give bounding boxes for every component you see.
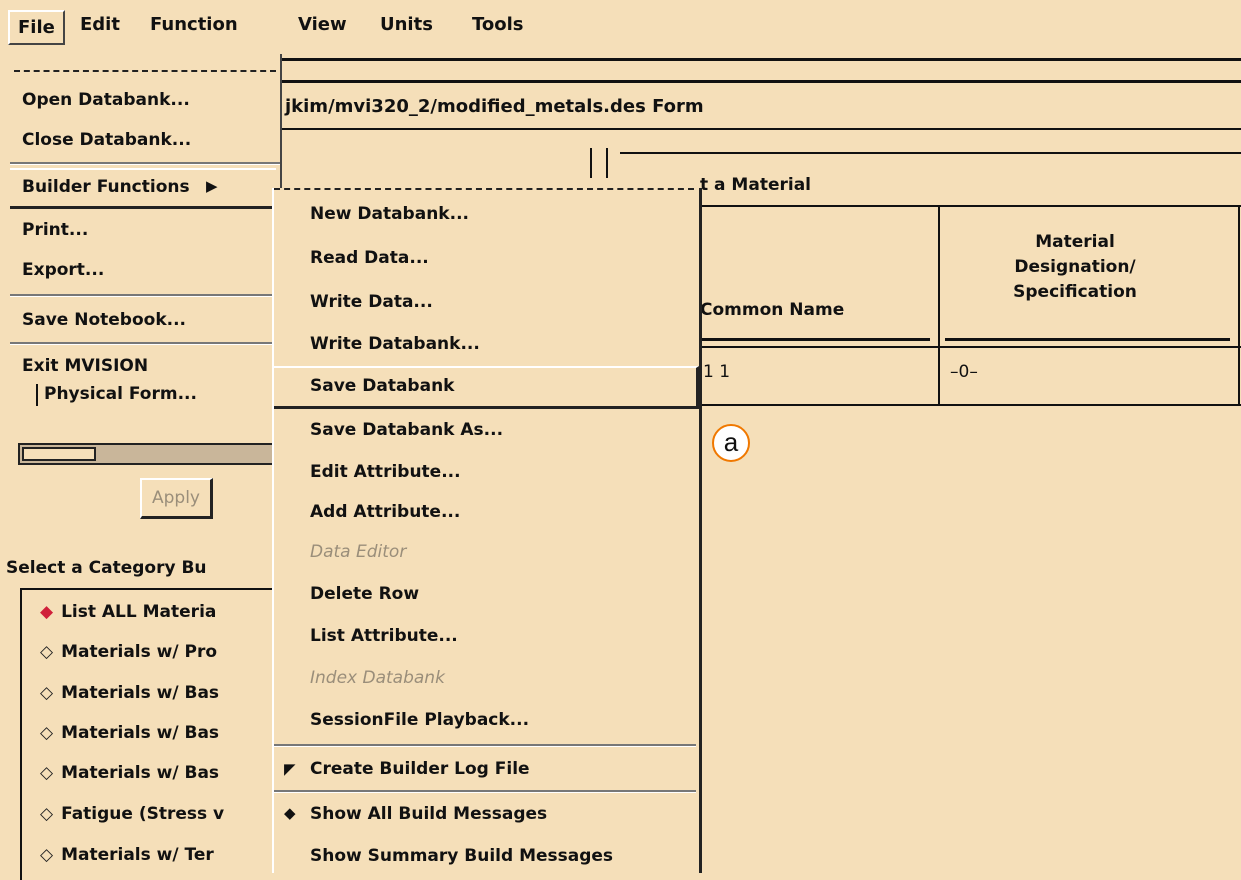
table-top-rule — [697, 205, 1241, 207]
radio-diamond-icon: ◇ — [40, 845, 54, 865]
menu-item-create-builder-log-file[interactable]: ◤ Create Builder Log File — [274, 754, 696, 788]
table-column-divider — [938, 205, 940, 405]
menu-item-show-summary-build-messages[interactable]: Show Summary Build Messages — [310, 846, 613, 866]
header-underline-1 — [700, 338, 930, 341]
menu-item-data-editor: Data Editor — [310, 542, 407, 562]
menu-view[interactable]: View — [298, 14, 347, 35]
table-right-border — [1238, 205, 1240, 405]
cascade-arrow-icon: ▶ — [206, 177, 218, 195]
scroll-thumb[interactable] — [22, 447, 96, 461]
apply-button[interactable]: Apply — [140, 478, 213, 519]
menu-item-index-databank: Index Databank — [310, 668, 445, 688]
menu-item-new-databank[interactable]: New Databank... — [310, 204, 469, 224]
menu-item-exit-mvision[interactable]: Exit MVISION — [22, 356, 148, 376]
menu-item-print[interactable]: Print... — [22, 220, 88, 240]
radio-diamond-icon: ◆ — [40, 602, 54, 622]
radio-diamond-icon: ◇ — [40, 804, 54, 824]
row-designation[interactable]: –0– — [950, 362, 978, 382]
menu-separator — [10, 162, 280, 165]
menubar: File Edit Function View Units Tools — [0, 0, 1241, 54]
category-label: Select a Category Bu — [6, 558, 207, 578]
menu-item-write-data[interactable]: Write Data... — [310, 292, 433, 312]
menu-function[interactable]: Function — [150, 14, 238, 35]
menu-item-export[interactable]: Export... — [22, 260, 104, 280]
menu-item-list-attribute[interactable]: List Attribute... — [310, 626, 458, 646]
menu-item-save-databank[interactable]: Save Databank — [274, 366, 699, 409]
category-radio-4[interactable]: ◇ Materials w/ Bas — [40, 723, 219, 743]
category-radio-5[interactable]: ◇ Materials w/ Bas — [40, 763, 219, 783]
window-title-rule — [280, 80, 1241, 83]
menu-item-open-databank[interactable]: Open Databank... — [22, 90, 190, 110]
table-title: t a Material — [700, 175, 811, 195]
file-menu: Open Databank... Close Databank... Build… — [10, 54, 282, 384]
header-material-designation[interactable]: Material Designation/ Specification — [945, 230, 1205, 305]
pane-top-rule — [620, 152, 1241, 154]
radio-diamond-icon: ◇ — [40, 642, 54, 662]
category-radio-7[interactable]: ◇ Materials w/ Ter — [40, 845, 214, 865]
menu-units[interactable]: Units — [380, 14, 433, 35]
menu-item-save-notebook[interactable]: Save Notebook... — [22, 310, 186, 330]
window-top-border — [280, 58, 1241, 61]
builder-functions-submenu: New Databank... Read Data... Write Data.… — [272, 188, 702, 873]
menu-item-builder-functions[interactable]: Builder Functions ▶ — [10, 168, 276, 209]
row-common-name[interactable]: 1 1 — [703, 362, 730, 382]
menu-item-delete-row[interactable]: Delete Row — [310, 584, 419, 604]
header-underline-2 — [945, 338, 1230, 341]
horizontal-scrollbar[interactable] — [18, 443, 276, 465]
radio-diamond-icon: ◇ — [40, 723, 54, 743]
window-title: jkim/mvi320_2/modified_metals.des Form — [285, 96, 704, 117]
menu-item-save-databank-as[interactable]: Save Databank As... — [310, 420, 503, 440]
category-radio-2[interactable]: ◇ Materials w/ Pro — [40, 642, 217, 662]
submenu-tearoff[interactable] — [274, 188, 694, 190]
radio-diamond-icon: ◇ — [40, 763, 54, 783]
radio-diamond-icon: ◇ — [40, 683, 54, 703]
menu-item-write-databank[interactable]: Write Databank... — [310, 334, 480, 354]
menu-separator — [274, 744, 696, 747]
category-radio-1[interactable]: ◆ List ALL Materia — [40, 602, 216, 622]
header-common-name[interactable]: Common Name — [700, 300, 900, 320]
menu-edit[interactable]: Edit — [80, 14, 120, 35]
pane-sash[interactable] — [590, 148, 608, 178]
category-radio-3[interactable]: ◇ Materials w/ Bas — [40, 683, 219, 703]
menu-file[interactable]: File — [8, 10, 65, 45]
annotation-marker: a — [712, 424, 750, 462]
menu-separator — [10, 294, 280, 297]
menu-separator — [10, 342, 280, 345]
row-top-rule — [697, 346, 1241, 348]
menu-item-edit-attribute[interactable]: Edit Attribute... — [310, 462, 461, 482]
menu-item-sessionfile-playback[interactable]: SessionFile Playback... — [310, 710, 529, 730]
file-menu-tearoff[interactable] — [14, 70, 276, 72]
window-title-bottom-rule — [280, 128, 1241, 130]
menu-item-read-data[interactable]: Read Data... — [310, 248, 429, 268]
menu-tools[interactable]: Tools — [472, 14, 524, 35]
menu-separator — [274, 790, 696, 793]
menu-item-add-attribute[interactable]: Add Attribute... — [310, 502, 460, 522]
category-radio-6[interactable]: ◇ Fatigue (Stress v — [40, 804, 224, 824]
menu-item-show-all-build-messages[interactable]: ◆ Show All Build Messages — [274, 798, 696, 832]
checked-indicator-icon: ◤ — [284, 760, 296, 778]
row-bottom-rule — [697, 404, 1241, 406]
menu-item-close-databank[interactable]: Close Databank... — [22, 130, 191, 150]
selected-diamond-icon: ◆ — [284, 804, 296, 822]
